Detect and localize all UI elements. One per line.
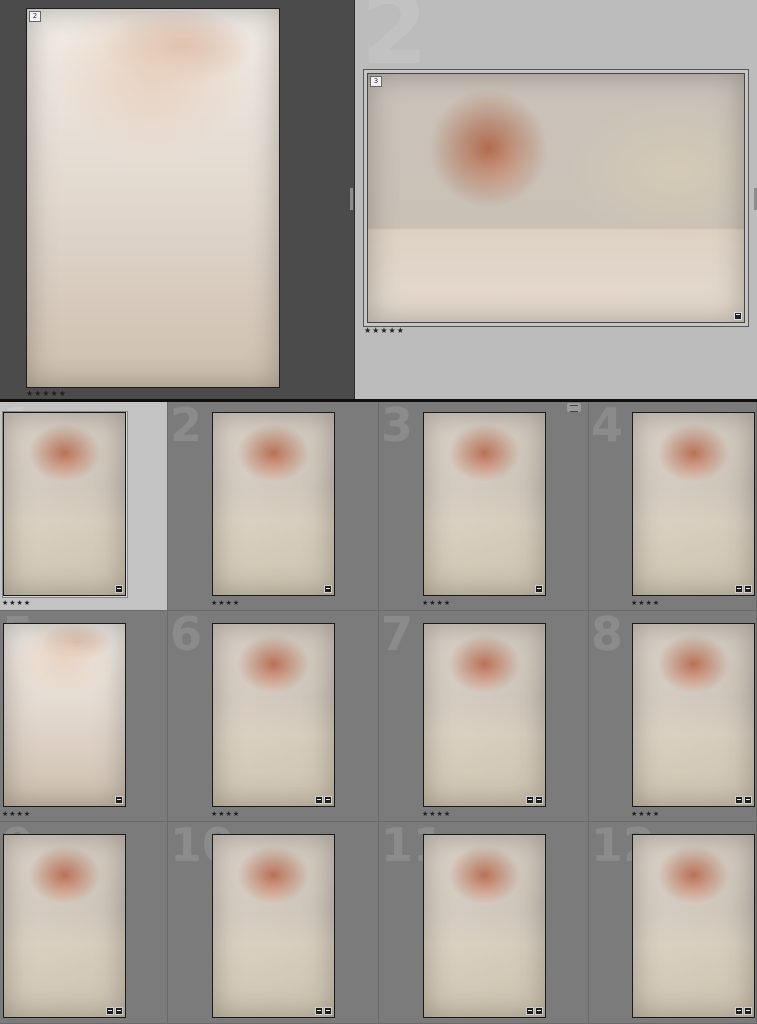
develop-settings-icon[interactable]: [324, 585, 332, 593]
thumbnail-badges: [526, 1007, 543, 1015]
cell-index-number: 8: [591, 611, 624, 661]
develop-settings-icon[interactable]: [535, 585, 543, 593]
thumbnail-badges: [115, 796, 123, 804]
compare-photo-candidate-frame[interactable]: 3: [363, 69, 749, 327]
grid-cell[interactable]: 1★★★★: [0, 402, 168, 611]
develop-settings-icon[interactable]: [115, 585, 123, 593]
grid-cell[interactable]: 6 ★★★★: [168, 611, 379, 822]
photo-vignette: [424, 624, 545, 806]
develop-settings-icon[interactable]: [115, 796, 123, 804]
crop-icon[interactable]: [735, 796, 743, 804]
grid-cell[interactable]: 5★★★★: [0, 611, 168, 822]
develop-settings-icon[interactable]: [115, 1007, 123, 1015]
grid-cell[interactable]: 7 ★★★★: [379, 611, 589, 822]
cell-index-number: 4: [591, 402, 624, 452]
crop-icon[interactable]: [315, 796, 323, 804]
cell-index-number: 6: [170, 611, 203, 661]
grid-cell[interactable]: 12: [589, 822, 757, 1024]
photo-thumbnail[interactable]: [632, 834, 755, 1018]
photo-thumbnail[interactable]: [423, 834, 546, 1018]
photo-thumbnail[interactable]: [3, 412, 126, 596]
grid-cell[interactable]: 8 ★★★★: [589, 611, 757, 822]
star-rating[interactable]: ★★★★: [2, 810, 31, 818]
cell-index-number: 3: [381, 402, 414, 452]
thumbnail-badges: [735, 796, 752, 804]
crop-icon[interactable]: [315, 1007, 323, 1015]
photo-thumbnail[interactable]: [632, 412, 755, 596]
star-rating[interactable]: ★★★★: [631, 810, 660, 818]
photo-vignette: [633, 624, 754, 806]
star-rating[interactable]: ★★★★: [422, 599, 451, 607]
cell-index-number: 2: [170, 402, 203, 452]
thumbnail-badges: [106, 1007, 123, 1015]
grid-cell[interactable]: 4 ★★★★: [589, 402, 757, 611]
photo-thumbnail[interactable]: [3, 623, 126, 807]
photo-vignette: [424, 413, 545, 595]
thumbnail-badges: [535, 585, 543, 593]
photo-vignette: [633, 413, 754, 595]
photo-thumbnail[interactable]: [212, 412, 335, 596]
compare-photo-select[interactable]: 2: [26, 8, 280, 388]
grid-cell[interactable]: 2 ★★★★: [168, 402, 379, 611]
filmstrip-grid: 1★★★★2★★★★3★★★★4★★★★5★★★★6★★★★7★★★★8★★★★…: [0, 402, 757, 1024]
compare-pane-select[interactable]: 2 ★★★★★: [0, 0, 354, 399]
develop-settings-icon[interactable]: [744, 585, 752, 593]
photo-vignette: [213, 835, 334, 1017]
develop-settings-icon[interactable]: [734, 312, 742, 320]
star-rating[interactable]: ★★★★: [211, 810, 240, 818]
photo-thumbnail[interactable]: [3, 834, 126, 1018]
photo-vignette: [213, 413, 334, 595]
crop-icon[interactable]: [735, 585, 743, 593]
star-rating[interactable]: ★★★★★: [26, 389, 67, 398]
crop-icon[interactable]: [526, 1007, 534, 1015]
photo-vignette: [213, 624, 334, 806]
grid-cell[interactable]: 11: [379, 822, 589, 1024]
develop-settings-icon[interactable]: [744, 1007, 752, 1015]
photo-thumbnail[interactable]: [632, 623, 755, 807]
photo-vignette: [4, 413, 125, 595]
photo-thumbnail[interactable]: [423, 623, 546, 807]
photo-vignette: [424, 835, 545, 1017]
photo-vignette: [633, 835, 754, 1017]
star-rating[interactable]: ★★★★★: [364, 326, 405, 335]
compare-view: 2 ★★★★★ 2 3 ★★★★★: [0, 0, 757, 399]
thumbnail-badges: [526, 796, 543, 804]
crop-icon[interactable]: [106, 1007, 114, 1015]
thumbnail-badges: [315, 1007, 332, 1015]
compare-photo-candidate[interactable]: 3: [367, 73, 745, 323]
crop-icon[interactable]: [735, 1007, 743, 1015]
photo-vignette: [27, 9, 279, 387]
crop-icon[interactable]: [526, 796, 534, 804]
photo-index-badge: 3: [370, 76, 382, 87]
photo-thumbnail[interactable]: [212, 623, 335, 807]
star-rating[interactable]: ★★★★: [211, 599, 240, 607]
photo-vignette: [4, 624, 125, 806]
photo-vignette: [4, 835, 125, 1017]
photo-index-badge: 2: [29, 11, 41, 22]
thumbnail-badges: [735, 1007, 752, 1015]
star-rating[interactable]: ★★★★: [2, 599, 31, 607]
photo-vignette: [368, 74, 744, 322]
develop-settings-icon[interactable]: [744, 796, 752, 804]
grid-cell[interactable]: 10: [168, 822, 379, 1024]
thumbnail-badges: [115, 585, 123, 593]
develop-settings-icon[interactable]: [535, 796, 543, 804]
thumbnail-badges: [315, 796, 332, 804]
grid-cell[interactable]: 9: [0, 822, 168, 1024]
cell-index-number: 2: [361, 0, 428, 86]
grid-options-menu-icon[interactable]: [567, 403, 581, 412]
star-rating[interactable]: ★★★★: [422, 810, 451, 818]
star-rating[interactable]: ★★★★: [631, 599, 660, 607]
grid-cell[interactable]: 3 ★★★★: [379, 402, 589, 611]
develop-settings-icon[interactable]: [324, 1007, 332, 1015]
photo-thumbnail[interactable]: [423, 412, 546, 596]
develop-settings-icon[interactable]: [324, 796, 332, 804]
photo-thumbnail[interactable]: [212, 834, 335, 1018]
develop-settings-icon[interactable]: [535, 1007, 543, 1015]
pane-resize-handle[interactable]: [350, 188, 353, 210]
thumbnail-badges: [324, 585, 332, 593]
thumbnail-badges: [735, 585, 752, 593]
cell-index-number: 7: [381, 611, 414, 661]
